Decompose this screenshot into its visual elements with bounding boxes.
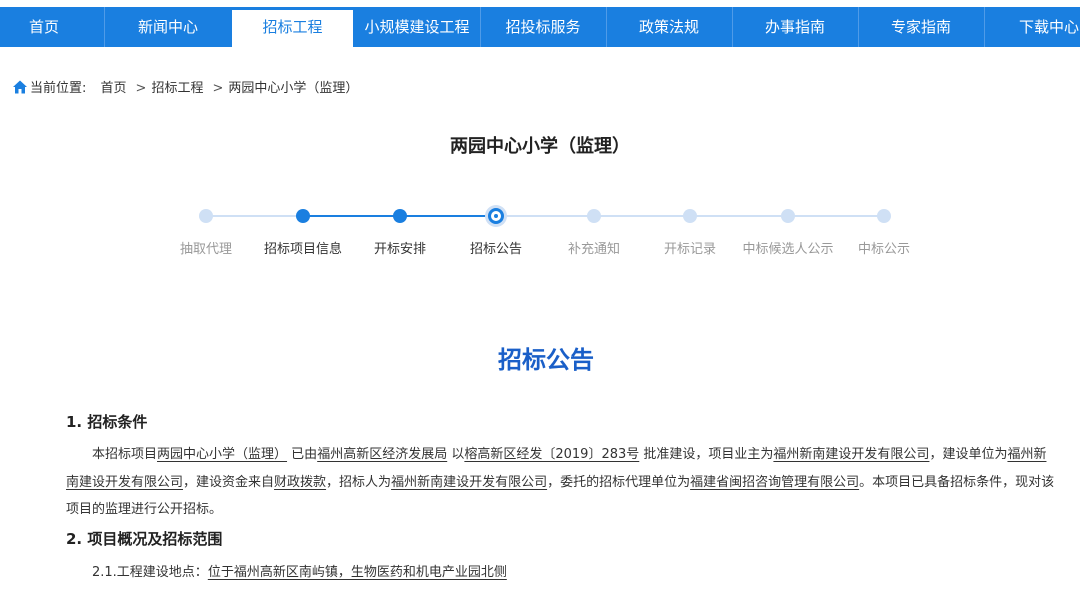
nav-item-experts[interactable]: 专家指南 <box>860 7 982 47</box>
text-segment: ，委托的招标代理单位为 <box>547 474 691 490</box>
step-dot[interactable] <box>587 209 601 223</box>
nav-item-news[interactable]: 新闻中心 <box>106 7 230 47</box>
breadcrumb-current: 两园中心小学（监理） <box>228 81 359 96</box>
project-name: 两园中心小学（监理） <box>157 447 288 462</box>
step-label[interactable]: 开标记录 <box>635 238 745 257</box>
step-dot[interactable] <box>393 209 407 223</box>
notice-title: 招标公告 <box>498 346 594 374</box>
nav-item-small-projects[interactable]: 小规模建设工程 <box>356 7 478 47</box>
nav-item-downloads[interactable]: 下载中心 <box>1000 7 1080 47</box>
step-connector <box>206 215 303 217</box>
breadcrumb-label: 当前位置: <box>30 81 87 96</box>
project-owner: 福州新南建设开发有限公司 <box>773 447 930 462</box>
text-segment: 已由 <box>291 447 318 462</box>
breadcrumb-separator: > <box>212 81 224 96</box>
approval-document: 榕高新区经发〔2019〕283号 <box>464 447 640 462</box>
nav-item-policies[interactable]: 政策法规 <box>608 7 730 47</box>
tenderer: 福州新南建设开发有限公司 <box>391 474 548 490</box>
step-label[interactable]: 中标公示 <box>829 238 939 257</box>
text-segment: 批准建设，项目业主为 <box>643 447 774 462</box>
location-line: 2.1.工程建设地点：位于福州高新区南屿镇，生物医药和机电产业园北侧 <box>66 563 1056 583</box>
breadcrumb-tender-link[interactable]: 招标工程 <box>151 81 203 96</box>
step-current-marker <box>494 214 498 218</box>
step-connector <box>594 215 690 217</box>
text-segment: ，建设资金来自 <box>183 474 275 490</box>
step-label[interactable]: 中标候选人公示 <box>733 238 843 257</box>
page-title: 两园中心小学（监理） <box>450 136 630 157</box>
text-segment: ，招标人为 <box>326 474 392 490</box>
nav-separator <box>732 7 733 47</box>
nav-separator <box>858 7 859 47</box>
nav-item-tender-projects[interactable]: 招标工程 <box>232 10 353 47</box>
nav-separator <box>984 7 985 47</box>
conditions-paragraph: 本招标项目两园中心小学（监理） 已由福州高新区经济发展局 以榕高新区经发〔201… <box>66 441 1056 524</box>
step-connector <box>400 215 496 217</box>
tender-agent: 福建省闽招咨询管理有限公司 <box>690 474 860 490</box>
text-segment: 2.1.工程建设地点： <box>92 564 208 580</box>
progress-steps: 抽取代理 招标项目信息 开标安排 招标公告 补充通知 开标记录 中标候选人公示 中标公示 <box>0 196 1080 266</box>
text-segment: ，建设单位为 <box>929 447 1008 462</box>
step-dot[interactable] <box>683 209 697 223</box>
funding-source: 财政拨款 <box>274 474 327 490</box>
nav-separator <box>480 7 481 47</box>
step-connector <box>690 215 788 217</box>
breadcrumb-home-link[interactable]: 首页 <box>101 81 127 96</box>
nav-item-home[interactable]: 首页 <box>0 7 88 47</box>
step-dot[interactable] <box>877 209 891 223</box>
step-label[interactable]: 补充通知 <box>539 238 649 257</box>
nav-item-bidding-service[interactable]: 招投标服务 <box>482 7 604 47</box>
step-connector <box>788 215 884 217</box>
home-icon <box>13 80 27 94</box>
nav-separator <box>104 7 105 47</box>
notice-content: 1. 招标条件 本招标项目两园中心小学（监理） 已由福州高新区经济发展局 以榕高… <box>66 411 1056 583</box>
step-dot[interactable] <box>296 209 310 223</box>
step-dot[interactable] <box>781 209 795 223</box>
top-navigation: 首页 新闻中心 招标工程 小规模建设工程 招投标服务 政策法规 办事指南 专家指… <box>0 0 1080 54</box>
approver: 福州高新区经济发展局 <box>317 447 448 462</box>
nav-separator <box>606 7 607 47</box>
step-label[interactable]: 抽取代理 <box>151 238 261 257</box>
breadcrumb-separator: > <box>135 81 147 96</box>
step-label[interactable]: 开标安排 <box>345 238 455 257</box>
step-label[interactable]: 招标项目信息 <box>248 238 358 257</box>
section-heading-overview: 2. 项目概况及招标范围 <box>66 529 223 548</box>
step-dot[interactable] <box>199 209 213 223</box>
step-connector <box>303 215 400 217</box>
step-dot[interactable] <box>488 208 504 224</box>
text-segment: 本招标项目 <box>92 447 158 462</box>
text-segment: 以 <box>451 447 465 462</box>
location-value: 位于福州高新区南屿镇，生物医药和机电产业园北侧 <box>207 564 507 580</box>
step-label[interactable]: 招标公告 <box>441 238 551 257</box>
breadcrumb: 当前位置: 首页 > 招标工程 > 两园中心小学（监理） <box>12 77 362 96</box>
nav-item-guide[interactable]: 办事指南 <box>734 7 856 47</box>
section-heading-conditions: 1. 招标条件 <box>66 413 148 431</box>
step-connector <box>496 215 594 217</box>
